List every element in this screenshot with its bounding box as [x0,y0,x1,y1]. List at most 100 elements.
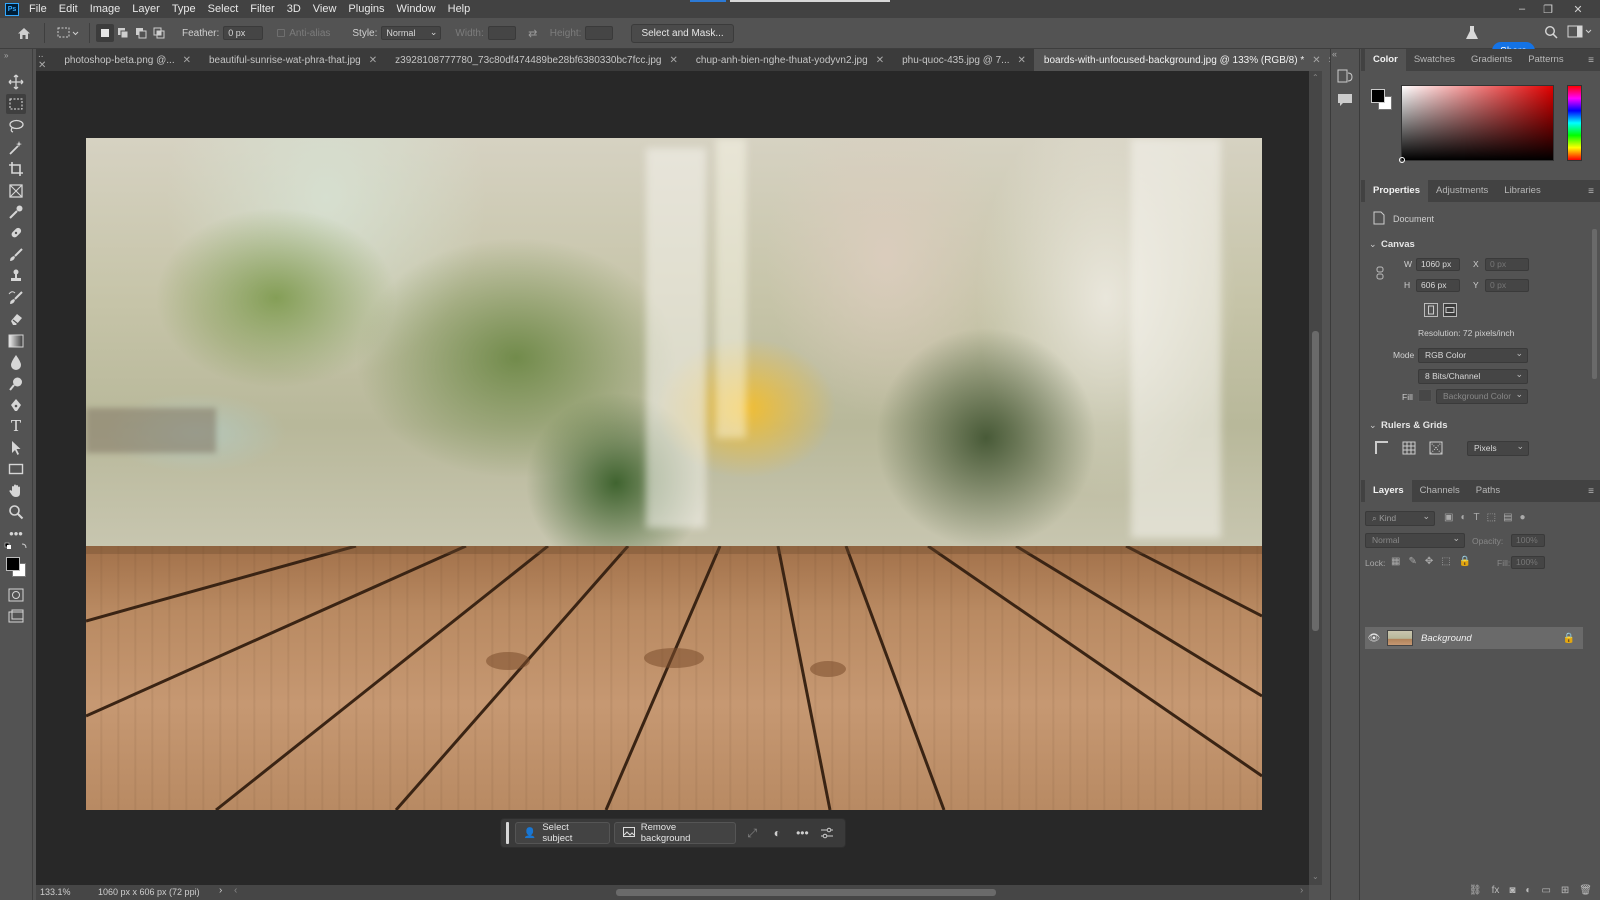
canvas-y-input[interactable]: 0 px [1485,279,1529,292]
more-tools-icon[interactable]: ••• [6,523,26,543]
new-group-icon[interactable]: ▭ [1541,885,1550,896]
layer-row[interactable]: 👁 Background 🔒 [1365,627,1583,649]
color-picker-handle[interactable] [1399,157,1405,163]
fill-color-swatch[interactable] [1418,389,1432,402]
hue-slider[interactable] [1567,85,1582,161]
panel-menu-icon[interactable]: ≡ [1588,186,1594,197]
new-layer-icon[interactable]: ⊞ [1561,885,1569,896]
menu-view[interactable]: View [307,0,343,18]
lock-position-icon[interactable]: ✥ [1425,556,1433,567]
tab-beautiful-sunrise[interactable]: beautiful-sunrise-wat-phra-that.jpg ✕ [199,49,385,71]
panel-menu-icon[interactable]: ≡ [1588,486,1594,497]
drag-handle[interactable] [506,822,509,844]
default-colors-icon[interactable] [4,541,30,549]
menu-plugins[interactable]: Plugins [342,0,390,18]
zoom-level[interactable]: 133.1% [40,887,71,897]
canvas-x-input[interactable]: 0 px [1485,258,1529,271]
blur-tool-icon[interactable] [6,352,26,372]
tab-layers[interactable]: Layers [1365,480,1412,502]
tab-color[interactable]: Color [1365,49,1406,71]
chevron-down-icon[interactable]: ⌄ [1369,420,1377,431]
height-input[interactable] [585,26,614,40]
canvas-section-header[interactable]: Canvas [1381,239,1415,250]
dodge-tool-icon[interactable] [6,374,26,394]
delete-layer-icon[interactable]: 🗑 [1579,885,1592,896]
menu-window[interactable]: Window [391,0,442,18]
scroll-left-icon[interactable]: ‹ [234,885,237,896]
rulers-grids-section-header[interactable]: Rulers & Grids [1381,420,1448,431]
hand-tool-icon[interactable] [6,481,26,501]
frame-tool-icon[interactable] [6,181,26,201]
menu-help[interactable]: Help [442,0,477,18]
canvas-height-input[interactable]: 606 px [1416,279,1460,292]
intersect-selection-icon[interactable] [150,24,168,42]
remove-background-button[interactable]: Remove background [613,822,736,844]
zoom-tool-icon[interactable] [6,502,26,522]
screen-mode-icon[interactable] [6,606,26,626]
chevron-down-icon[interactable]: ⌄ [1369,239,1377,250]
new-selection-icon[interactable] [96,24,114,42]
quick-mask-icon[interactable] [6,585,26,605]
tab-channels[interactable]: Channels [1412,480,1468,502]
transform-icon[interactable]: ⤢ [740,822,765,844]
antialias-checkbox[interactable] [277,29,286,37]
lock-all-icon[interactable]: 🔒 [1459,556,1471,567]
portrait-orientation-icon[interactable] [1424,303,1438,317]
pixel-grid-icon[interactable] [1429,441,1443,458]
tab-libraries[interactable]: Libraries [1496,180,1548,202]
tab-properties[interactable]: Properties [1365,180,1428,202]
path-selection-tool-icon[interactable] [6,438,26,458]
marquee-preset-icon[interactable] [53,23,83,43]
brush-tool-icon[interactable] [6,245,26,265]
clone-stamp-tool-icon[interactable] [6,266,26,286]
link-icon[interactable] [1376,266,1384,283]
blend-mode-dropdown[interactable]: Normal [1365,532,1465,548]
history-brush-tool-icon[interactable] [6,288,26,308]
color-panel-swatches[interactable] [1371,89,1393,111]
canvas-width-input[interactable]: 1060 px [1416,258,1460,271]
link-layers-icon[interactable]: ⛓ [1469,885,1482,896]
eye-visibility-icon[interactable]: 👁 [1365,633,1383,644]
comments-panel-icon[interactable] [1337,93,1353,110]
search-icon[interactable] [1544,25,1560,41]
panel-menu-icon[interactable]: ≡ [1588,55,1594,66]
close-icon[interactable]: ✕ [183,55,191,66]
menu-edit[interactable]: Edit [53,0,84,18]
tab-gradients[interactable]: Gradients [1463,49,1520,71]
tab-patterns[interactable]: Patterns [1520,49,1571,71]
restore-button[interactable]: ❐ [1536,0,1560,18]
adjustment-filter-icon[interactable]: ◐ [1460,512,1466,523]
add-mask-icon[interactable]: ◙ [1509,885,1515,896]
layer-name[interactable]: Background [1421,633,1472,644]
tab-boards-active[interactable]: boards-with-unfocused-background.jpg @ 1… [1033,49,1329,71]
fill-dropdown[interactable]: Background Color [1436,388,1528,404]
move-tool-icon[interactable] [6,72,26,92]
close-icon[interactable]: ✕ [1312,55,1320,66]
new-adjustment-layer-icon[interactable]: ◐ [1525,885,1531,896]
style-dropdown[interactable]: Normal ⌄ [381,26,442,40]
close-icon[interactable]: ✕ [670,55,678,66]
close-icon[interactable]: ✕ [1018,55,1026,66]
spot-healing-brush-icon[interactable] [6,223,26,243]
lock-icon[interactable]: 🔒 [1563,633,1575,644]
document-image[interactable] [86,138,1262,810]
lasso-tool-icon[interactable] [6,116,26,136]
gradient-tool-icon[interactable] [6,331,26,351]
workspace-icon[interactable] [1567,25,1595,41]
collapse-panels-icon[interactable]: « [1332,49,1337,59]
pixel-filter-icon[interactable]: ▣ [1444,512,1453,523]
pen-tool-icon[interactable] [6,395,26,415]
shape-filter-icon[interactable]: ⬚ [1487,512,1496,523]
tabs-overflow-left-icon[interactable]: .. ✕ [36,49,54,71]
collapse-icon[interactable]: » [4,51,8,60]
lock-transparency-icon[interactable]: ▦ [1391,556,1400,567]
type-tool-icon[interactable]: T [6,416,26,436]
eyedropper-tool-icon[interactable] [6,202,26,222]
horizontal-scroll-thumb[interactable] [616,889,996,896]
opacity-input[interactable]: 100% [1511,534,1545,547]
color-field[interactable] [1399,85,1554,163]
type-filter-icon[interactable]: T [1474,512,1480,523]
rectangle-tool-icon[interactable] [6,459,26,479]
crop-tool-icon[interactable] [6,159,26,179]
menu-file[interactable]: File [23,0,53,18]
